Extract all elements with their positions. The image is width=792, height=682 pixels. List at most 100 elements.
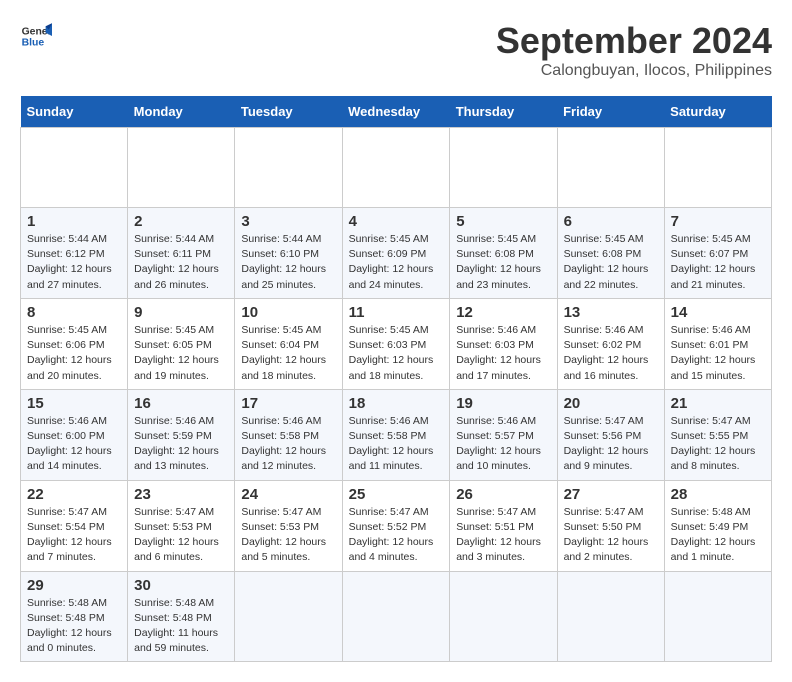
calendar-week-row: 15Sunrise: 5:46 AMSunset: 6:00 PMDayligh… <box>21 389 772 480</box>
day-info: Sunrise: 5:46 AMSunset: 5:58 PMDaylight:… <box>241 414 335 475</box>
calendar-day-cell: 29 Sunrise: 5:48 AMSunset: 5:48 PMDayligh… <box>21 571 128 662</box>
calendar-day-cell: 16Sunrise: 5:46 AMSunset: 5:59 PMDayligh… <box>128 389 235 480</box>
calendar-day-cell: 23Sunrise: 5:47 AMSunset: 5:53 PMDayligh… <box>128 480 235 571</box>
calendar-day-cell: 8 Sunrise: 5:45 AMSunset: 6:06 PMDaylight… <box>21 298 128 389</box>
day-number: 20 <box>564 395 658 412</box>
day-number: 16 <box>134 395 228 412</box>
calendar-day-cell: 24Sunrise: 5:47 AMSunset: 5:53 PMDayligh… <box>235 480 342 571</box>
calendar-day-cell: 14 Sunrise: 5:46 AMSunset: 6:01 PMDayligh… <box>664 298 771 389</box>
calendar-day-cell: 21 Sunrise: 5:47 AMSunset: 5:55 PMDayligh… <box>664 389 771 480</box>
day-info: Sunrise: 5:44 AMSunset: 6:11 PMDaylight:… <box>134 232 228 293</box>
day-number: 14 <box>671 304 765 321</box>
day-number: 24 <box>241 486 335 503</box>
calendar-day-cell: 18 Sunrise: 5:46 AMSunset: 5:58 PMDayligh… <box>342 389 450 480</box>
day-number: 30 <box>134 577 228 594</box>
day-number: 5 <box>456 213 550 230</box>
day-number: 8 <box>27 304 121 321</box>
calendar-body: 1 Sunrise: 5:44 AMSunset: 6:12 PMDaylight… <box>21 128 772 662</box>
day-number: 18 <box>349 395 444 412</box>
day-number: 13 <box>564 304 658 321</box>
day-info: Sunrise: 5:47 AMSunset: 5:50 PMDaylight:… <box>564 505 658 566</box>
calendar-day-cell: 3Sunrise: 5:44 AMSunset: 6:10 PMDaylight… <box>235 208 342 299</box>
title-block: September 2024 Calongbuyan, Ilocos, Phil… <box>496 20 772 80</box>
day-info: Sunrise: 5:45 AMSunset: 6:09 PMDaylight:… <box>349 232 444 293</box>
day-number: 29 <box>27 577 121 594</box>
month-title: September 2024 <box>496 20 772 62</box>
weekday-header-cell: Thursday <box>450 96 557 128</box>
calendar-day-cell <box>664 571 771 662</box>
calendar-day-cell <box>235 128 342 208</box>
calendar-day-cell <box>128 128 235 208</box>
day-info: Sunrise: 5:48 AMSunset: 5:48 PMDaylight:… <box>27 596 121 657</box>
calendar-day-cell: 26 Sunrise: 5:47 AMSunset: 5:51 PMDayligh… <box>450 480 557 571</box>
calendar-day-cell <box>342 128 450 208</box>
svg-text:Blue: Blue <box>22 38 45 49</box>
day-number: 19 <box>456 395 550 412</box>
calendar-week-row: 1 Sunrise: 5:44 AMSunset: 6:12 PMDaylight… <box>21 208 772 299</box>
day-number: 2 <box>134 213 228 230</box>
day-info: Sunrise: 5:45 AMSunset: 6:05 PMDaylight:… <box>134 323 228 384</box>
page-header: General Blue September 2024 Calongbuyan,… <box>20 20 772 80</box>
day-info: Sunrise: 5:45 AMSunset: 6:07 PMDaylight:… <box>671 232 765 293</box>
calendar-day-cell: 10 Sunrise: 5:45 AMSunset: 6:04 PMDayligh… <box>235 298 342 389</box>
day-info: Sunrise: 5:47 AMSunset: 5:54 PMDaylight:… <box>27 505 121 566</box>
calendar-day-cell: 1 Sunrise: 5:44 AMSunset: 6:12 PMDaylight… <box>21 208 128 299</box>
day-info: Sunrise: 5:46 AMSunset: 6:03 PMDaylight:… <box>456 323 550 384</box>
day-number: 7 <box>671 213 765 230</box>
day-info: Sunrise: 5:47 AMSunset: 5:51 PMDaylight:… <box>456 505 550 566</box>
day-number: 27 <box>564 486 658 503</box>
day-number: 25 <box>349 486 444 503</box>
calendar-day-cell <box>557 128 664 208</box>
calendar-week-row: 8 Sunrise: 5:45 AMSunset: 6:06 PMDaylight… <box>21 298 772 389</box>
day-number: 4 <box>349 213 444 230</box>
calendar-week-row: 22Sunrise: 5:47 AMSunset: 5:54 PMDayligh… <box>21 480 772 571</box>
day-info: Sunrise: 5:45 AMSunset: 6:08 PMDaylight:… <box>564 232 658 293</box>
day-info: Sunrise: 5:45 AMSunset: 6:03 PMDaylight:… <box>349 323 444 384</box>
calendar-day-cell <box>342 571 450 662</box>
day-number: 17 <box>241 395 335 412</box>
calendar-day-cell <box>235 571 342 662</box>
calendar-day-cell: 19 Sunrise: 5:46 AMSunset: 5:57 PMDayligh… <box>450 389 557 480</box>
calendar-week-row <box>21 128 772 208</box>
weekday-header-cell: Monday <box>128 96 235 128</box>
day-info: Sunrise: 5:45 AMSunset: 6:04 PMDaylight:… <box>241 323 335 384</box>
day-info: Sunrise: 5:48 AMSunset: 5:48 PMDaylight:… <box>134 596 228 657</box>
day-number: 10 <box>241 304 335 321</box>
calendar-day-cell: 12 Sunrise: 5:46 AMSunset: 6:03 PMDayligh… <box>450 298 557 389</box>
weekday-header-cell: Saturday <box>664 96 771 128</box>
calendar-day-cell: 7 Sunrise: 5:45 AMSunset: 6:07 PMDaylight… <box>664 208 771 299</box>
calendar-day-cell <box>557 571 664 662</box>
day-info: Sunrise: 5:46 AMSunset: 5:58 PMDaylight:… <box>349 414 444 475</box>
calendar-day-cell: 13Sunrise: 5:46 AMSunset: 6:02 PMDayligh… <box>557 298 664 389</box>
calendar-day-cell: 5 Sunrise: 5:45 AMSunset: 6:08 PMDaylight… <box>450 208 557 299</box>
weekday-header-cell: Sunday <box>21 96 128 128</box>
day-info: Sunrise: 5:47 AMSunset: 5:56 PMDaylight:… <box>564 414 658 475</box>
day-number: 11 <box>349 304 444 321</box>
day-info: Sunrise: 5:44 AMSunset: 6:12 PMDaylight:… <box>27 232 121 293</box>
day-info: Sunrise: 5:46 AMSunset: 5:57 PMDaylight:… <box>456 414 550 475</box>
location: Calongbuyan, Ilocos, Philippines <box>496 62 772 80</box>
day-info: Sunrise: 5:48 AMSunset: 5:49 PMDaylight:… <box>671 505 765 566</box>
day-number: 23 <box>134 486 228 503</box>
day-info: Sunrise: 5:46 AMSunset: 6:01 PMDaylight:… <box>671 323 765 384</box>
calendar-day-cell: 22Sunrise: 5:47 AMSunset: 5:54 PMDayligh… <box>21 480 128 571</box>
day-number: 12 <box>456 304 550 321</box>
calendar-day-cell: 15Sunrise: 5:46 AMSunset: 6:00 PMDayligh… <box>21 389 128 480</box>
day-number: 26 <box>456 486 550 503</box>
calendar-day-cell: 17 Sunrise: 5:46 AMSunset: 5:58 PMDayligh… <box>235 389 342 480</box>
day-number: 15 <box>27 395 121 412</box>
calendar-day-cell: 30 Sunrise: 5:48 AMSunset: 5:48 PMDayligh… <box>128 571 235 662</box>
weekday-header-cell: Friday <box>557 96 664 128</box>
day-number: 9 <box>134 304 228 321</box>
calendar-day-cell <box>450 571 557 662</box>
calendar-week-row: 29 Sunrise: 5:48 AMSunset: 5:48 PMDayligh… <box>21 571 772 662</box>
logo: General Blue <box>20 20 52 52</box>
day-info: Sunrise: 5:45 AMSunset: 6:08 PMDaylight:… <box>456 232 550 293</box>
day-number: 1 <box>27 213 121 230</box>
day-number: 28 <box>671 486 765 503</box>
calendar-day-cell: 4 Sunrise: 5:45 AMSunset: 6:09 PMDaylight… <box>342 208 450 299</box>
calendar-day-cell: 27 Sunrise: 5:47 AMSunset: 5:50 PMDayligh… <box>557 480 664 571</box>
day-info: Sunrise: 5:47 AMSunset: 5:55 PMDaylight:… <box>671 414 765 475</box>
day-number: 21 <box>671 395 765 412</box>
day-info: Sunrise: 5:45 AMSunset: 6:06 PMDaylight:… <box>27 323 121 384</box>
